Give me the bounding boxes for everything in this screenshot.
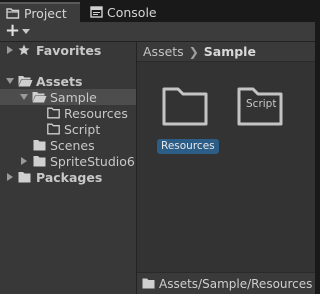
folder-open-icon: [32, 92, 47, 103]
tree-label-scenes: Scenes: [50, 138, 95, 153]
chevron-right-icon[interactable]: [21, 157, 27, 165]
tab-console-label: Console: [107, 4, 157, 20]
project-tree: Favorites Assets Sample Resources Script: [0, 42, 136, 294]
folder-empty-icon: [47, 107, 60, 119]
tab-project[interactable]: Project: [0, 2, 80, 22]
star-icon: [18, 44, 30, 55]
tree-item-script[interactable]: Script: [0, 121, 136, 137]
tree-item-sample[interactable]: Sample: [0, 89, 136, 105]
tree-label-script: Script: [64, 122, 101, 137]
tree-item-favorites[interactable]: Favorites: [0, 42, 136, 58]
folder-icon: [33, 156, 46, 167]
folder-icon: [33, 140, 46, 151]
tree-label-resources: Resources: [64, 106, 128, 121]
folder-empty-icon: [47, 123, 60, 135]
asset-label-script: Script: [246, 98, 277, 110]
folder-open-icon: [18, 76, 33, 87]
folder-tab-icon: [6, 8, 20, 19]
tree-item-scenes[interactable]: Scenes: [0, 137, 136, 153]
toolbar: +: [0, 22, 315, 42]
plus-icon[interactable]: +: [5, 22, 20, 40]
console-icon: [90, 6, 103, 18]
tree-label-packages: Packages: [36, 170, 103, 185]
selected-asset-path: Assets/Sample/Resources: [159, 276, 313, 291]
asset-label-resources: Resources: [157, 139, 219, 154]
tree-label-sample: Sample: [50, 90, 97, 105]
tree-label-spritestudio6: SpriteStudio6: [50, 154, 135, 169]
tree-item-packages[interactable]: Packages: [0, 169, 136, 185]
tab-console[interactable]: Console: [84, 2, 170, 22]
tree-item-assets[interactable]: Assets: [0, 73, 136, 89]
tree-item-resources[interactable]: Resources: [0, 105, 136, 121]
chevron-down-icon[interactable]: [22, 29, 30, 34]
tree-item-spritestudio6[interactable]: SpriteStudio6: [0, 153, 136, 169]
asset-item-resources[interactable]: Resources: [137, 42, 237, 162]
status-bar: Assets/Sample/Resources: [137, 272, 315, 294]
folder-icon: [142, 278, 155, 289]
chevron-right-icon[interactable]: [7, 46, 13, 54]
folder-empty-icon: [162, 87, 208, 126]
chevron-right-icon[interactable]: [7, 173, 13, 181]
tree-label-assets: Assets: [36, 74, 83, 89]
chevron-down-icon[interactable]: [6, 78, 14, 84]
folder-icon: [18, 172, 31, 183]
chevron-down-icon[interactable]: [20, 94, 28, 100]
tab-project-label: Project: [24, 5, 67, 21]
tree-label-favorites: Favorites: [36, 43, 102, 58]
